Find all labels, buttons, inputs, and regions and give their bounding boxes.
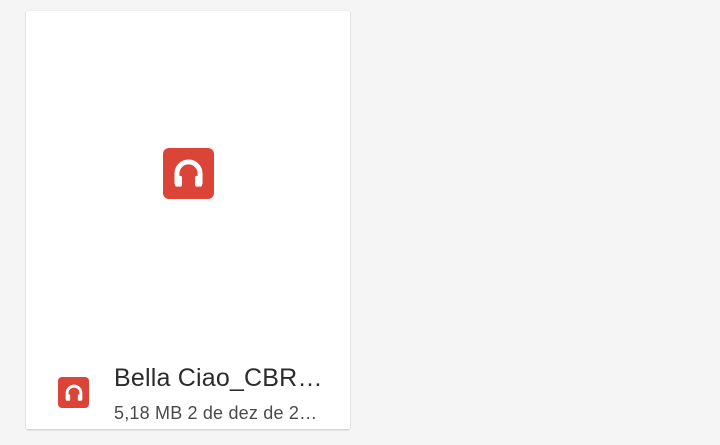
files-grid: Bella Ciao_CBR… 5,18 MB 2 de dez de 2… <box>0 0 720 445</box>
file-meta: 5,18 MB 2 de dez de 2… <box>114 402 330 424</box>
headphones-icon <box>58 377 89 408</box>
file-name: Bella Ciao_CBR… <box>114 364 323 392</box>
headphones-icon <box>163 148 214 199</box>
file-size: 5,18 MB <box>114 403 183 423</box>
file-card[interactable]: Bella Ciao_CBR… 5,18 MB 2 de dez de 2… <box>26 11 350 429</box>
file-info: Bella Ciao_CBR… 5,18 MB 2 de dez de 2… <box>26 353 350 423</box>
file-preview[interactable] <box>26 11 350 341</box>
file-date: 2 de dez de 2… <box>187 403 318 423</box>
